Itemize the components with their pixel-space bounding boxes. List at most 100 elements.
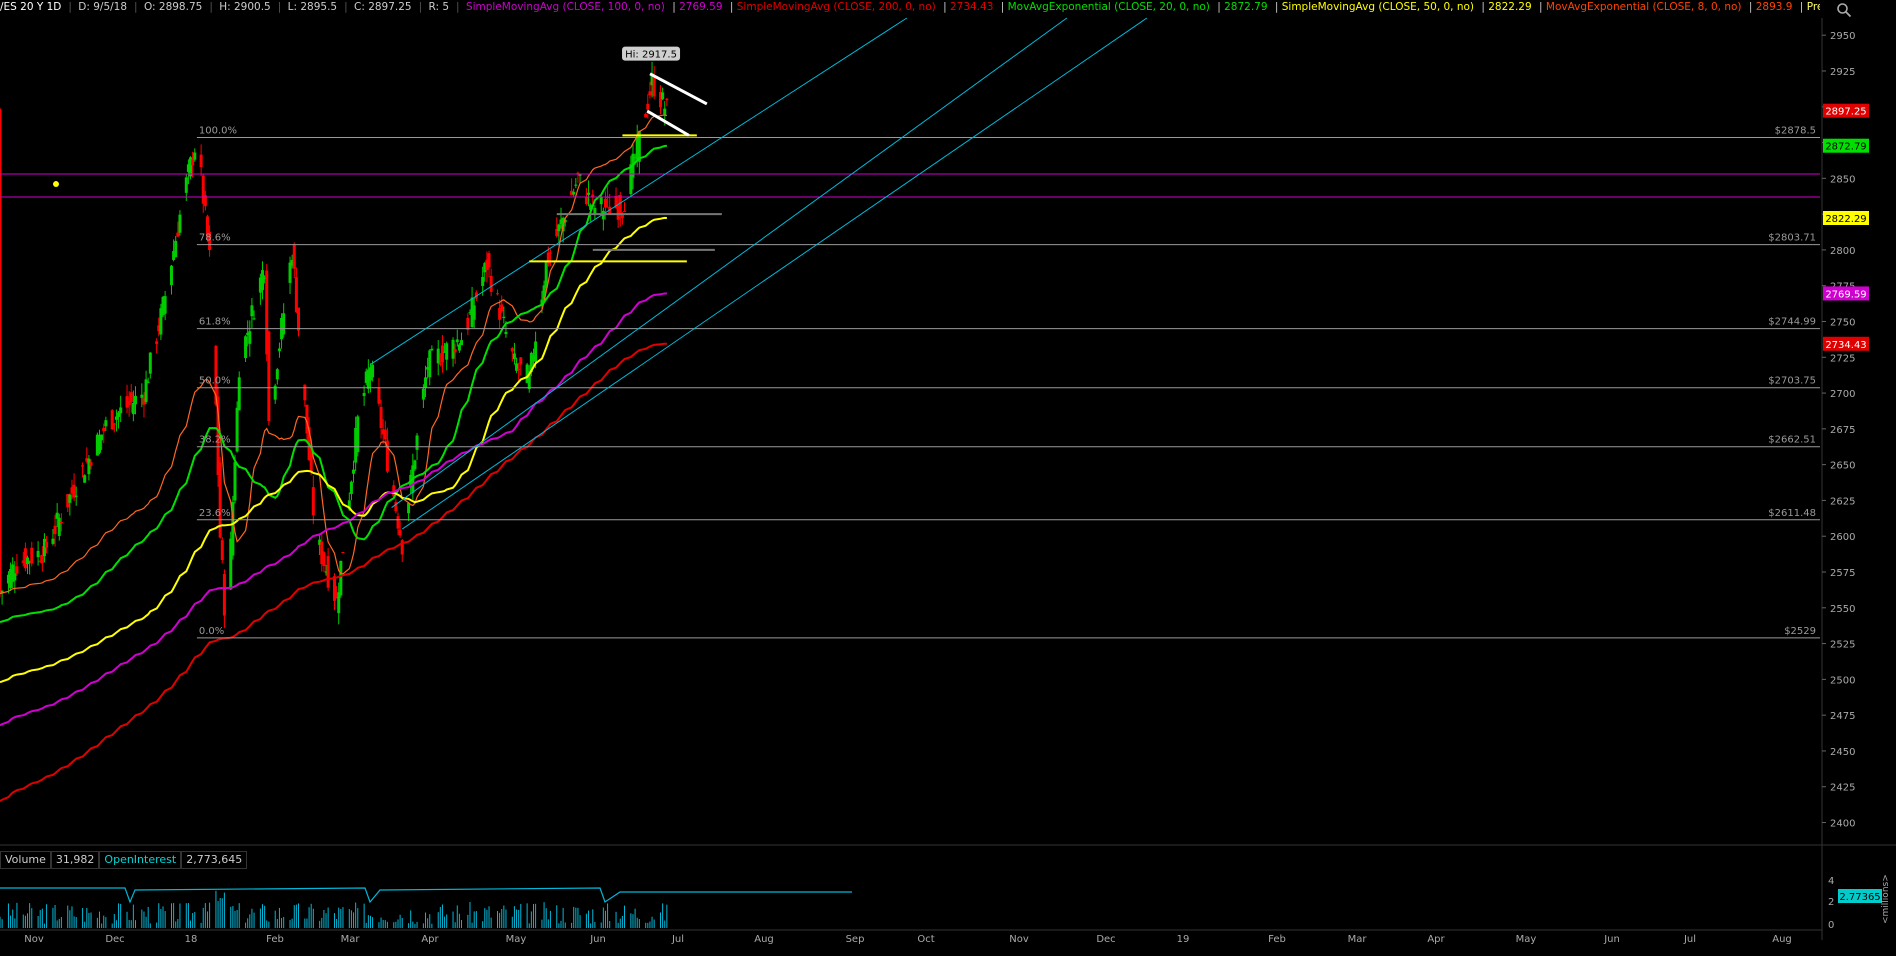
candle-body — [457, 344, 461, 351]
study-label[interactable]: SimpleMovingAvg (CLOSE, 100, 0, no) — [466, 1, 665, 13]
candle-body — [453, 349, 457, 353]
candle-body — [574, 184, 578, 186]
fib-price-label: $2803.71 — [1768, 233, 1816, 244]
y-tick-label: 2725 — [1830, 353, 1855, 364]
candle-body — [87, 458, 91, 475]
y-tick-label: 2400 — [1830, 819, 1855, 830]
candle-body — [72, 484, 76, 498]
candle-body — [512, 353, 516, 360]
x-tick-label: Nov — [1009, 934, 1029, 945]
volume-tick-label: 2 — [1828, 897, 1834, 908]
candle-body — [199, 154, 203, 167]
study-label[interactable]: MovAvgExponential (CLOSE, 8, 0, no) — [1546, 1, 1742, 13]
candle-body — [303, 384, 307, 401]
candle-body — [663, 108, 667, 115]
y-tick-label: 2600 — [1830, 532, 1855, 543]
candle-body — [233, 462, 237, 501]
candle-body — [83, 475, 87, 483]
chart-area[interactable]: 100.0% $2878.5 78.6% $2803.71 61.8% $2744.99 5… — [0, 0, 1896, 952]
candle-body — [0, 109, 2, 594]
fib-percent-label: 0.0% — [199, 626, 224, 637]
x-tick-label: Mar — [1348, 934, 1368, 945]
candle-body — [504, 331, 508, 335]
candle-body — [57, 517, 61, 536]
price-chart-svg[interactable]: 100.0% $2878.5 78.6% $2803.71 61.8% $2744.99 5… — [0, 0, 1896, 952]
open-interest-line — [0, 887, 852, 904]
candle-body — [379, 406, 383, 429]
x-tick-label: Feb — [1268, 934, 1286, 945]
volume-tick-label: 0 — [1828, 920, 1834, 931]
high-label: H: 2900.5 — [219, 1, 271, 13]
candle-body — [618, 195, 622, 215]
y-tick-label: 2625 — [1830, 496, 1855, 507]
study-label[interactable]: MovAvgExponential (CLOSE, 20, 0, no) — [1008, 1, 1210, 13]
study-value: 2734.43 — [949, 1, 994, 13]
price-tag-label: 2872.79 — [1825, 142, 1866, 153]
hi-label: Hi: 2917.5 — [625, 50, 677, 61]
candle-body — [362, 392, 366, 396]
price-tag-label: 2769.59 — [1825, 289, 1866, 300]
study-label[interactable]: SimpleMovingAvg (CLOSE, 50, 0, no) — [1282, 1, 1474, 13]
candle-body — [661, 92, 665, 100]
candle-body — [133, 395, 137, 405]
price-tag-label: 2897.25 — [1825, 107, 1866, 118]
x-tick-label: Sep — [846, 934, 865, 945]
candle-body — [45, 541, 49, 548]
study-label[interactable]: SimpleMovingAvg (CLOSE, 200, 0, no) — [737, 1, 936, 13]
study-value: 2893.9 — [1755, 1, 1793, 13]
volume-value: 31,982 — [50, 851, 100, 869]
channel-lower-line — [401, 17, 1148, 530]
candle-body — [517, 368, 521, 370]
candle-body — [510, 348, 514, 352]
candle-body — [339, 560, 343, 596]
candle-body — [466, 317, 470, 330]
fib-price-label: $2703.75 — [1768, 376, 1816, 387]
candle-body — [665, 98, 669, 101]
y-tick-label: 2450 — [1830, 747, 1855, 758]
fib-price-label: $2744.99 — [1768, 317, 1816, 328]
candle-body — [502, 316, 506, 319]
fib-percent-label: 50.0% — [199, 376, 231, 387]
x-tick-label: Apr — [421, 934, 439, 945]
sma100-line — [0, 292, 667, 727]
candle-body — [455, 339, 459, 343]
volume-label[interactable]: Volume — [0, 851, 51, 869]
candle-body — [428, 350, 432, 378]
candle-body — [440, 345, 444, 363]
open-interest-label[interactable]: OpenInterest — [99, 851, 182, 869]
candle-body — [237, 377, 241, 411]
candle-body — [487, 253, 491, 268]
candle-body — [489, 275, 493, 292]
candle-body — [220, 540, 224, 561]
candle-body — [438, 363, 442, 365]
symbol-label[interactable]: /ES 20 Y 1D — [0, 1, 61, 13]
candle-body — [421, 388, 425, 400]
candle-body — [407, 503, 411, 514]
candle-body — [277, 348, 281, 352]
candle-body — [129, 392, 133, 403]
candle-body — [53, 525, 57, 535]
candle-body — [102, 427, 106, 432]
candle-body — [371, 364, 375, 378]
y-tick-label: 2800 — [1830, 246, 1855, 257]
range-label: R: 5 — [428, 1, 450, 13]
candle-body — [191, 159, 195, 166]
y-tick-label: 2700 — [1830, 389, 1855, 400]
candle-body — [383, 429, 387, 440]
candle-body — [59, 521, 63, 523]
wedge-upper-line — [649, 72, 708, 106]
candle-body — [176, 232, 180, 237]
y-tick-label: 2425 — [1830, 783, 1855, 794]
candle-body — [163, 296, 167, 314]
x-tick-label: Jun — [589, 934, 606, 945]
candle-body — [352, 469, 356, 474]
x-tick-label: Jul — [671, 934, 684, 945]
fib-percent-label: 78.6% — [199, 233, 231, 244]
candle-body — [40, 554, 44, 564]
candle-body — [623, 211, 627, 213]
fib-price-label: $2611.48 — [1768, 508, 1816, 519]
search-icon[interactable] — [1836, 2, 1852, 18]
study-label[interactable]: Previousclose (DAY, 1, -1, yes) — [1807, 1, 1820, 13]
candle-body — [648, 91, 652, 96]
channel-middle-line — [391, 17, 1068, 508]
